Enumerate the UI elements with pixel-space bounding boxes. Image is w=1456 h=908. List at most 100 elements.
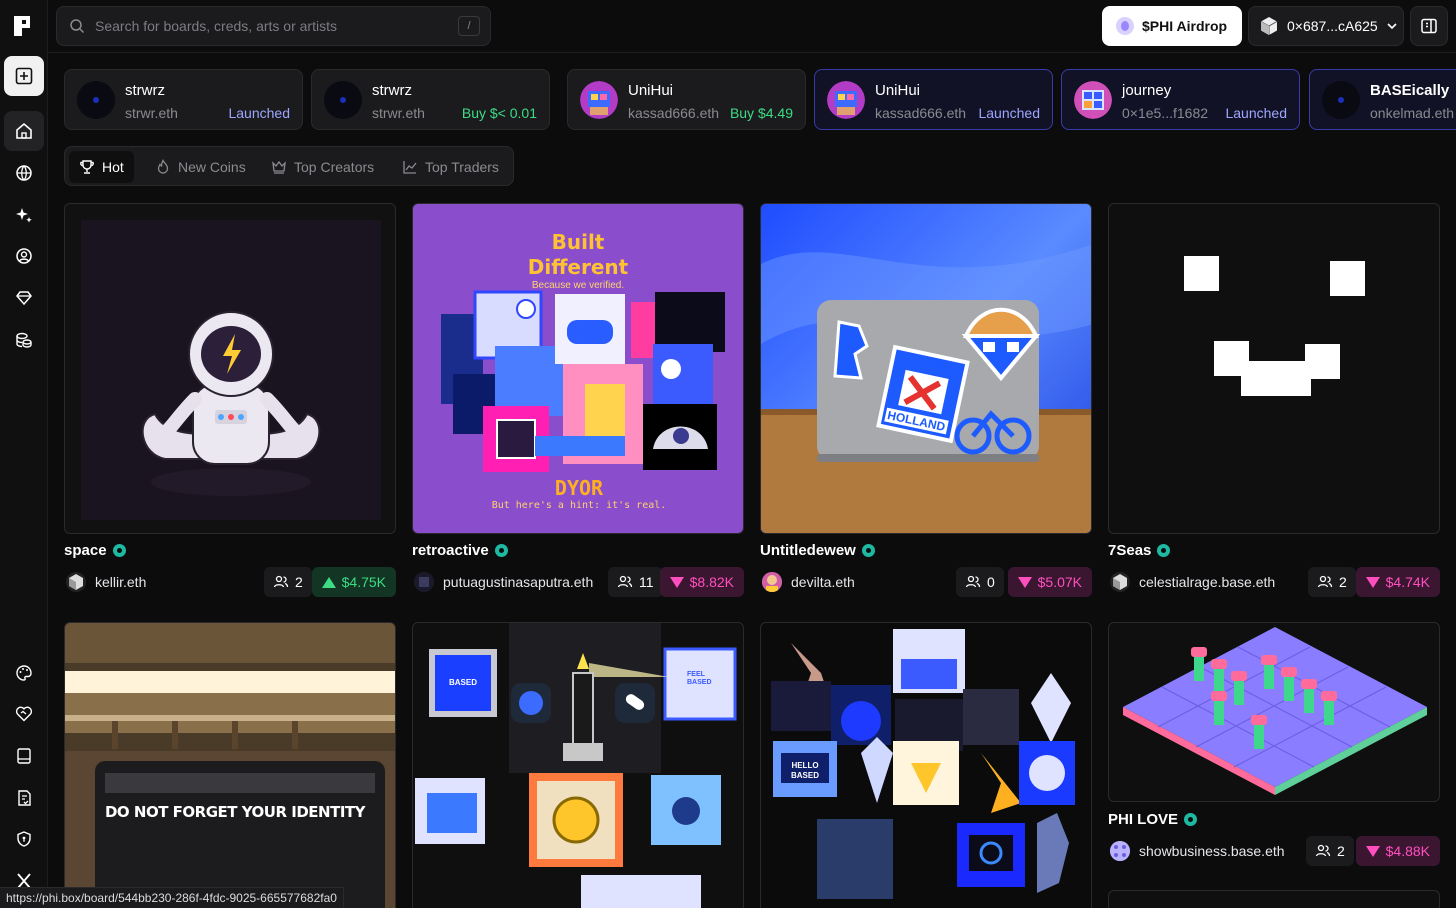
sidebar-item-security[interactable]	[12, 827, 36, 851]
holders-value: 2	[1337, 843, 1345, 859]
board-title[interactable]: PHI LOVE	[1108, 811, 1198, 828]
price-badge[interactable]: $4.88K	[1355, 836, 1440, 866]
tab-top-creators[interactable]: Top Creators	[261, 151, 384, 183]
ticker-avatar	[1074, 81, 1112, 119]
phi-logo-icon[interactable]	[12, 14, 34, 38]
ticker-item[interactable]: UniHui kassad666.eth Launched	[814, 69, 1053, 130]
diamond-icon	[16, 291, 32, 306]
ticker-name: journey	[1122, 82, 1172, 99]
board-thumbnail[interactable]: DO NOT FORGET YOUR IDENTITY	[64, 622, 396, 908]
creator-avatar[interactable]	[1110, 572, 1130, 592]
flame-icon	[157, 159, 169, 174]
tab-hot[interactable]: Hot	[69, 151, 134, 183]
creator-name[interactable]: kellir.eth	[95, 574, 146, 590]
creator-name[interactable]: showbusiness.base.eth	[1139, 843, 1285, 859]
ticker-sub: kassad666.eth	[875, 105, 967, 121]
create-button[interactable]	[4, 56, 44, 96]
sidebar-item-terms[interactable]	[12, 786, 36, 810]
board-thumbnail[interactable]: HELLO BASED	[760, 622, 1092, 908]
wallet-button[interactable]: 0×687...cA625	[1248, 6, 1404, 46]
chart-line-icon	[403, 161, 417, 174]
board-title-text: Untitledewew	[760, 542, 856, 559]
board-title[interactable]: Untitledewew	[760, 542, 875, 559]
ticker-sub: strwr.eth	[372, 105, 425, 121]
price-badge[interactable]: $8.82K	[659, 567, 744, 597]
sidebar-item-favorites[interactable]	[12, 702, 36, 726]
board-thumbnail[interactable]: Built Different Because we verified. DYO…	[412, 203, 744, 534]
price-value: $5.07K	[1037, 574, 1082, 590]
board-thumbnail[interactable]	[1108, 622, 1440, 802]
sidebar-panel-icon	[1421, 18, 1437, 34]
activity-ticker: strwrz strwr.eth Launched strwrz strwr.e…	[64, 69, 1456, 131]
link-preview-statusbar: https://phi.box/board/544bb230-286f-4fdc…	[0, 887, 344, 908]
sidebar-item-home[interactable]	[4, 111, 44, 151]
board-thumbnail[interactable]	[1108, 203, 1440, 534]
creator-avatar[interactable]	[414, 572, 434, 592]
art-identity-text: DO NOT FORGET YOUR IDENTITY	[104, 803, 366, 821]
ticker-name: strwrz	[125, 82, 165, 99]
search-icon	[70, 19, 85, 34]
board-thumbnail[interactable]: BASED HOLLAND	[760, 203, 1092, 534]
toggle-panel-button[interactable]	[1410, 6, 1448, 46]
ticker-item[interactable]: strwrz strwr.eth Launched	[64, 69, 303, 130]
ticker-item[interactable]: UniHui kassad666.eth Buy $4.49	[567, 69, 806, 130]
ticker-item[interactable]: journey 0×1e5...f1682 Launched	[1061, 69, 1300, 130]
search-shortcut-hint: /	[458, 16, 480, 36]
board-title[interactable]: retroactive	[412, 542, 508, 559]
art-based-text: BASED	[449, 678, 478, 687]
ticker-status: Buy $4.49	[729, 105, 793, 121]
art-hint: But here's a hint: it's real.	[491, 500, 667, 511]
sidebar-item-gems[interactable]	[12, 286, 36, 310]
holders-count: 11	[608, 567, 663, 597]
search-box[interactable]: /	[56, 6, 491, 46]
verified-icon	[494, 544, 508, 557]
board-title-text: PHI LOVE	[1108, 811, 1179, 828]
creator-name[interactable]: putuagustinasaputra.eth	[443, 574, 593, 590]
holders-value: 2	[1339, 574, 1347, 590]
board-thumbnail[interactable]	[64, 203, 396, 534]
search-input[interactable]	[95, 18, 455, 34]
price-badge[interactable]: $4.75K	[311, 567, 396, 597]
ticker-avatar	[827, 81, 865, 119]
ticker-name: strwrz	[372, 82, 412, 99]
board-title-text: 7Seas	[1108, 542, 1152, 559]
creator-name[interactable]: celestialrage.base.eth	[1139, 574, 1275, 590]
sidebar-item-sparkles[interactable]	[12, 203, 36, 227]
creator-avatar[interactable]	[66, 572, 86, 592]
sidebar-item-docs[interactable]	[12, 744, 36, 768]
tab-label: New Coins	[178, 159, 246, 175]
ticker-item[interactable]: BASEically onkelmad.eth	[1309, 69, 1456, 130]
pixel-collage-artwork-icon	[415, 623, 737, 908]
creator-name[interactable]: devilta.eth	[791, 574, 855, 590]
creator-avatar[interactable]	[762, 572, 782, 592]
trend-down-icon	[1017, 576, 1032, 588]
holders-count: 2	[264, 567, 312, 597]
sidebar-item-palette[interactable]	[12, 661, 36, 685]
phi-airdrop-button[interactable]: $PHI Airdrop	[1102, 6, 1242, 46]
users-icon	[273, 575, 289, 588]
price-value: $4.88K	[1385, 843, 1430, 859]
file-check-icon	[18, 790, 31, 806]
ticker-item[interactable]: strwrz strwr.eth Buy $< 0.01	[311, 69, 550, 130]
crown-icon	[272, 160, 286, 174]
verified-icon	[1184, 813, 1198, 826]
board-thumbnail[interactable]: BASED FEEL BASED	[412, 622, 744, 908]
ticker-avatar	[580, 81, 618, 119]
board-title[interactable]: 7Seas	[1108, 542, 1171, 559]
tab-new-coins[interactable]: New Coins	[145, 151, 256, 183]
creator-avatar[interactable]	[1110, 841, 1130, 861]
tab-top-traders[interactable]: Top Traders	[392, 151, 509, 183]
sidebar-item-explore[interactable]	[12, 161, 36, 185]
ticker-avatar	[1322, 81, 1360, 119]
ticker-name: UniHui	[875, 82, 921, 99]
trend-down-icon	[1365, 845, 1380, 857]
sidebar-item-coins[interactable]	[12, 328, 36, 352]
board-title[interactable]: space	[64, 542, 126, 559]
app-root: / $PHI Airdrop 0×687...cA625 strwrz strw…	[0, 0, 1456, 908]
price-badge[interactable]: $5.07K	[1007, 567, 1092, 597]
next-card-peek[interactable]	[1108, 890, 1440, 908]
price-badge[interactable]: $4.74K	[1355, 567, 1440, 597]
sidebar-item-profile[interactable]	[12, 244, 36, 268]
ticker-name: UniHui	[628, 82, 674, 99]
ticker-status: Launched	[978, 105, 1040, 121]
